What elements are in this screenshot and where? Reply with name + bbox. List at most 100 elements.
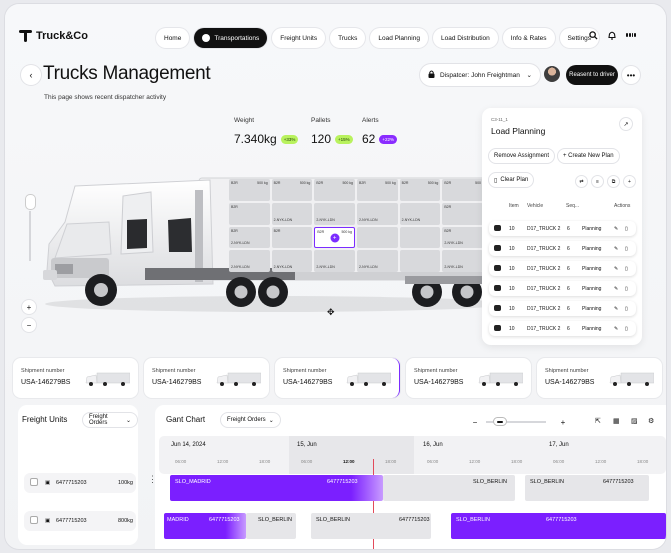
dispatcher-select[interactable]: Dispatcer: John Freightman ⌄	[420, 64, 540, 86]
gantt-zoom-in-button[interactable]: +	[556, 415, 570, 429]
plan-row[interactable]: 10 D17_TRUCK 2 6 Planning ✎ ▯	[489, 241, 636, 256]
image-icon[interactable]: ▨	[631, 417, 638, 425]
row-checkbox[interactable]	[30, 516, 38, 524]
cargo-slot[interactable]: 2-NYK-LDN	[314, 250, 355, 272]
delete-icon[interactable]: ▯	[625, 286, 628, 292]
delete-icon[interactable]: ▯	[625, 306, 628, 312]
nav-trucks[interactable]: Trucks	[330, 28, 366, 48]
cargo-slot[interactable]: B2R 2-NYK-LDN	[229, 226, 270, 249]
shipment-card[interactable]: Shipment number USA-146279BS	[275, 358, 400, 398]
cargo-slot[interactable]: 2-NYK-LDN	[357, 202, 398, 225]
list-icon[interactable]: ≡	[591, 175, 604, 188]
shipment-card[interactable]: Shipment number USA-146279BS	[13, 358, 138, 398]
add-cargo-icon[interactable]: +	[330, 233, 340, 243]
delete-icon[interactable]: ▯	[625, 326, 628, 332]
calendar-icon[interactable]: ▦	[613, 417, 620, 425]
cargo-slot[interactable]: B2R 500 kg	[357, 179, 398, 201]
gantt-bar[interactable]: SLO_BERLIN	[246, 513, 296, 539]
row-checkbox[interactable]	[30, 478, 38, 486]
plan-row[interactable]: 10 D17_TRUCK 2 6 Planning ✎ ▯	[489, 281, 636, 296]
cargo-slot[interactable]	[399, 226, 441, 249]
search-icon[interactable]	[588, 30, 598, 40]
gantt-bar[interactable]: SLO_BERLIN 6477715203	[525, 475, 649, 501]
freight-unit-row[interactable]: ▣ 6477715203 100kg	[24, 473, 136, 493]
plan-row[interactable]: 10 D17_TRUCK 2 6 Planning ✎ ▯	[489, 221, 636, 236]
edit-icon[interactable]: ✎	[614, 266, 618, 272]
cargo-slot[interactable]: B2R 500	[442, 179, 483, 201]
expand-button[interactable]: ↗	[619, 117, 633, 131]
cargo-slot[interactable]	[357, 226, 398, 249]
shipment-card[interactable]: Shipment number USA-146279BS	[144, 358, 269, 398]
gantt-orders-dropdown[interactable]: Freight Orders ⌄	[220, 412, 281, 428]
cargo-slot[interactable]: B2R 500 kg	[399, 179, 441, 201]
arrow-up-right-icon: ↗	[623, 121, 629, 128]
gantt-bar[interactable]: SLO_BERLIN	[383, 475, 515, 501]
plan-row[interactable]: 10 D17_TRUCK 2 6 Planning ✎ ▯	[489, 261, 636, 276]
cargo-slot[interactable]: B2R 2-NYK-LDN	[442, 226, 483, 249]
cargo-slot[interactable]: B2R 500 kg	[314, 179, 355, 201]
cargo-slot[interactable]: 2-NYK-LDN	[271, 250, 313, 272]
zoom-out-button[interactable]: −	[22, 318, 36, 332]
cargo-slot[interactable]: 2-NYK-LDN	[271, 202, 313, 225]
cargo-slot[interactable]: B2R	[229, 202, 270, 225]
add-icon[interactable]: +	[623, 175, 636, 188]
slot-weight: 500 kg	[257, 181, 268, 185]
clear-plan-button[interactable]: ▯ Clear Plan	[488, 172, 535, 188]
gantt-bar[interactable]: SLO_BERLIN 6477715203	[311, 513, 431, 539]
nav-load-planning[interactable]: Load Planning	[370, 28, 428, 48]
plan-row[interactable]: 10 D17_TRUCK 2 6 Planning ✎ ▯	[489, 321, 636, 336]
copy-icon[interactable]: ⧉	[607, 175, 620, 188]
back-button[interactable]: ‹	[21, 65, 41, 85]
plan-row[interactable]: 10 D17_TRUCK 2 6 Planning ✎ ▯	[489, 301, 636, 316]
delete-icon[interactable]: ▯	[625, 246, 628, 252]
gantt-zoom-handle[interactable]	[493, 417, 507, 426]
avatar[interactable]	[544, 66, 560, 82]
cargo-slot[interactable]	[399, 250, 441, 272]
nav-transportations[interactable]: Transportations	[194, 28, 268, 48]
delete-icon[interactable]: ▯	[625, 266, 628, 272]
cargo-slot[interactable]: 2-NYK-LDN	[357, 250, 398, 272]
cargo-slot[interactable]: 2-NYK-LDN	[229, 250, 270, 272]
cargo-slot[interactable]: B2R 500 kg	[271, 179, 313, 201]
move-handle-icon[interactable]: ✥	[327, 307, 335, 318]
vertical-slider-handle[interactable]	[26, 195, 35, 209]
delete-icon[interactable]: ▯	[625, 226, 628, 232]
export-icon[interactable]: ⇱	[595, 417, 601, 425]
cargo-slot[interactable]: 2-NYK-LDN	[399, 202, 441, 225]
cargo-slot[interactable]: B2R 500 kg	[229, 179, 270, 201]
vertical-slider-track[interactable]	[29, 211, 31, 261]
cargo-slot[interactable]: B2R 500 kg +	[314, 226, 355, 249]
cargo-slot[interactable]: 2-NYK-LDN	[442, 250, 483, 272]
zoom-in-button[interactable]: +	[22, 300, 36, 314]
nav-home[interactable]: Home	[156, 28, 190, 48]
edit-icon[interactable]: ✎	[614, 286, 618, 292]
nav-freight-units[interactable]: Freight Units	[272, 28, 326, 48]
cargo-slot[interactable]: B2R	[442, 202, 483, 225]
edit-icon[interactable]: ✎	[614, 306, 618, 312]
cargo-slot[interactable]: 2-NYK-LDN	[314, 202, 355, 225]
freight-orders-dropdown[interactable]: Freight Orders ⌄	[82, 412, 138, 428]
shipment-card[interactable]: Shipment number USA-146279BS	[406, 358, 531, 398]
gantt-zoom-out-button[interactable]: −	[468, 415, 482, 429]
app-logo[interactable]: Truck&Co	[19, 29, 88, 42]
freight-unit-row[interactable]: ▣ 6477715203 800kg	[24, 511, 136, 531]
more-options-button[interactable]: •••	[622, 66, 640, 84]
settings-icon[interactable]: ⚙	[648, 417, 654, 425]
gantt-bar[interactable]: SLO_MADRID 6477715203	[170, 475, 383, 501]
split-icon[interactable]: ⇄	[575, 175, 588, 188]
edit-icon[interactable]: ✎	[614, 246, 618, 252]
nav-load-distribution[interactable]: Load Distribution	[432, 28, 498, 48]
gantt-bar[interactable]: MADRID 6477715203	[164, 513, 246, 539]
edit-icon[interactable]: ✎	[614, 326, 618, 332]
gantt-bar[interactable]: SLO_BERLIN 6477715203	[451, 513, 666, 539]
apps-grid-icon[interactable]	[626, 30, 636, 40]
nav-info-rates[interactable]: Info & Rates	[502, 28, 555, 48]
shipment-card[interactable]: Shipment number USA-146279BS	[537, 358, 662, 398]
nav-label: Trucks	[338, 34, 358, 42]
edit-icon[interactable]: ✎	[614, 226, 618, 232]
remove-assignment-button[interactable]: Remove Assignment	[488, 148, 556, 164]
create-plan-button[interactable]: + Create New Plan	[557, 148, 620, 164]
cargo-slot[interactable]: B2R	[271, 226, 313, 249]
bell-icon[interactable]	[607, 30, 617, 40]
reassign-driver-button[interactable]: Reasent to driver	[566, 65, 618, 85]
